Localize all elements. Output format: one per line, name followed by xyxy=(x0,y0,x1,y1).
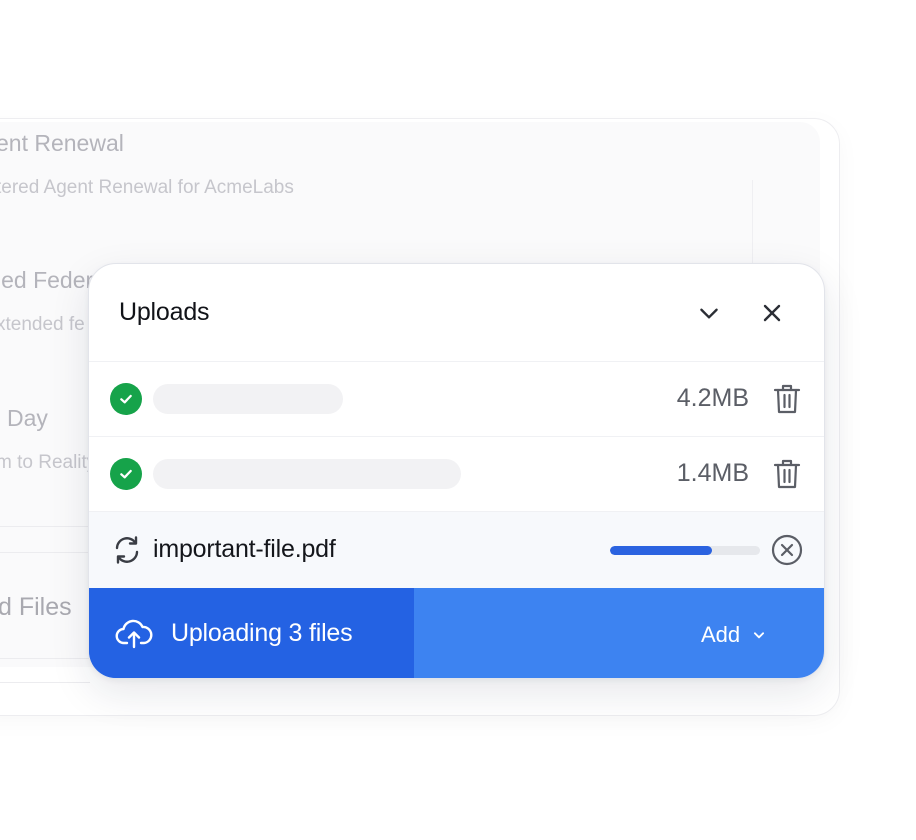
file-name: important-file.pdf xyxy=(153,535,336,563)
background-divider xyxy=(0,658,90,659)
upload-row: 4.2MB xyxy=(89,362,824,437)
cloud-upload-icon xyxy=(115,619,153,649)
background-item-title: Day xyxy=(7,405,48,431)
check-circle-icon xyxy=(110,383,142,415)
close-icon xyxy=(763,304,781,322)
upload-status-text: Uploading 3 files xyxy=(171,619,353,647)
cancel-upload-button[interactable] xyxy=(770,533,804,567)
background-item-title: led Feder xyxy=(0,267,94,293)
file-name-placeholder xyxy=(153,459,461,489)
sync-icon xyxy=(115,536,139,564)
uploads-title: Uploads xyxy=(119,298,210,326)
background-item-subtitle: m to Reality xyxy=(0,452,97,473)
background-item-title: d Files xyxy=(0,593,72,621)
background-divider xyxy=(0,526,90,527)
upload-progress-bar xyxy=(610,546,760,555)
delete-button[interactable] xyxy=(772,381,802,417)
close-button[interactable] xyxy=(755,296,789,330)
background-divider xyxy=(0,552,90,553)
stage: ent Renewal tered Agent Renewal for Acme… xyxy=(0,0,916,840)
upload-row-in-progress: important-file.pdf xyxy=(89,512,824,588)
background-divider xyxy=(0,682,90,683)
upload-row: 1.4MB xyxy=(89,437,824,512)
file-size: 4.2MB xyxy=(676,384,749,412)
cancel-circle-icon xyxy=(771,534,803,566)
add-button[interactable]: Add xyxy=(701,618,766,652)
upload-progress-fill xyxy=(610,546,712,555)
background-item-title: ent Renewal xyxy=(0,130,124,156)
trash-icon xyxy=(773,384,801,414)
chevron-down-icon xyxy=(754,632,765,639)
trash-icon xyxy=(773,459,801,489)
file-name-placeholder xyxy=(153,384,343,414)
background-item-subtitle: xtended fe xyxy=(0,314,85,335)
file-size: 1.4MB xyxy=(676,459,749,487)
upload-status-bar: Uploading 3 files xyxy=(89,588,414,678)
background-item-subtitle: tered Agent Renewal for AcmeLabs xyxy=(0,177,294,198)
delete-button[interactable] xyxy=(772,456,802,492)
chevron-down-icon xyxy=(700,308,718,319)
uploads-header: Uploads xyxy=(89,264,824,362)
add-button-label: Add xyxy=(701,622,741,647)
uploads-panel: Uploads 4.2MB 1.4MB important-file.pdf U… xyxy=(88,263,825,679)
collapse-button[interactable] xyxy=(692,296,726,330)
check-circle-icon xyxy=(110,458,142,490)
uploads-footer: Uploading 3 files Add xyxy=(89,588,824,678)
